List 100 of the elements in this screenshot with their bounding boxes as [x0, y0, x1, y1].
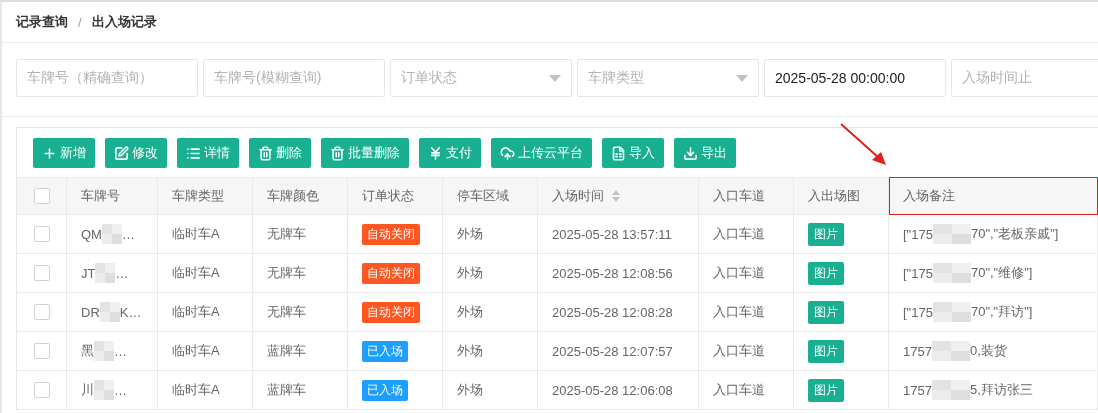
- table-cell: ["175: [903, 265, 933, 281]
- image-link[interactable]: 图片: [808, 378, 844, 402]
- status-tag: 自动关闭: [362, 262, 420, 284]
- toolbar-button[interactable]: 支付: [419, 138, 481, 168]
- table-cell: 临时车A: [172, 303, 220, 321]
- table-cell: 外场: [457, 264, 483, 282]
- select-field[interactable]: 订单状态: [390, 59, 572, 97]
- table-cell: 2025-05-28 12:06:08: [552, 382, 673, 398]
- toolbar-button[interactable]: 修改: [105, 138, 167, 168]
- redaction-mosaic: [932, 302, 971, 322]
- column-header: 入口车道: [699, 177, 794, 215]
- redaction-mosaic: [932, 263, 971, 283]
- redaction-mosaic: [932, 224, 971, 244]
- table-cell: 黑: [81, 342, 94, 360]
- checkbox[interactable]: [33, 343, 50, 359]
- toolbar-button[interactable]: 详情: [177, 138, 239, 168]
- cloud-upload-icon: [500, 145, 515, 161]
- toolbar-button[interactable]: 新增: [33, 138, 95, 168]
- column-header: 停车区域: [443, 177, 538, 215]
- table-cell: 临时车A: [172, 381, 220, 399]
- redaction-mosaic: [94, 341, 114, 361]
- yen-icon: [428, 145, 443, 161]
- table-cell: 无牌车: [267, 303, 306, 321]
- download-icon: [683, 145, 698, 161]
- table-cell: 2025-05-28 12:07:57: [552, 343, 673, 359]
- table-cell: …: [114, 382, 127, 398]
- table-cell: 1757: [903, 343, 932, 359]
- redaction-mosaic: [931, 380, 970, 400]
- table-cell: 临时车A: [172, 225, 220, 243]
- image-link[interactable]: 图片: [808, 300, 844, 324]
- table-cell: 入口车道: [713, 225, 765, 243]
- redaction-mosaic: [99, 302, 120, 322]
- toolbar-button[interactable]: 批量删除: [321, 138, 409, 168]
- select-field[interactable]: 车牌类型: [577, 59, 759, 97]
- table-cell: 外场: [457, 381, 483, 399]
- list-icon: [186, 145, 201, 161]
- status-tag: 自动关闭: [362, 301, 420, 323]
- column-header: 入出场图: [794, 177, 889, 215]
- table-cell: …: [115, 265, 129, 281]
- checkbox[interactable]: [33, 265, 50, 281]
- table-cell: 2025-05-28 13:57:11: [552, 226, 672, 242]
- table-cell: K…: [119, 304, 142, 320]
- toolbar-button[interactable]: 删除: [249, 138, 311, 168]
- table-cell: 蓝牌车: [267, 381, 306, 399]
- input-field[interactable]: 入场时间止: [951, 59, 1098, 97]
- toolbar-button[interactable]: 导出: [674, 138, 736, 168]
- checkbox[interactable]: [33, 188, 50, 204]
- redaction-mosaic: [931, 341, 970, 361]
- status-tag: 已入场: [362, 340, 408, 362]
- input-field[interactable]: 车牌号（精确查询）: [16, 59, 198, 97]
- sort-icon[interactable]: [612, 190, 620, 202]
- breadcrumb-item[interactable]: 出入场记录: [91, 13, 157, 31]
- table-cell: JT: [81, 265, 96, 281]
- redaction-mosaic: [94, 380, 114, 400]
- table-cell: 外场: [457, 342, 483, 360]
- column-header: 订单状态: [348, 177, 443, 215]
- table-cell: 入口车道: [713, 342, 765, 360]
- table-cell: 入口车道: [713, 381, 765, 399]
- table-cell: 川: [81, 381, 94, 399]
- image-link[interactable]: 图片: [808, 261, 844, 285]
- checkbox[interactable]: [33, 226, 50, 242]
- input-field[interactable]: 2025-05-28 00:00:00: [764, 59, 946, 97]
- redaction-mosaic: [95, 263, 116, 283]
- table-cell: 70","维修"]: [970, 264, 1033, 282]
- caret-icon: [549, 74, 561, 82]
- checkbox[interactable]: [33, 304, 50, 320]
- plus-icon: [42, 145, 57, 161]
- table-cell: 2025-05-28 12:08:56: [552, 265, 673, 281]
- table-cell: 临时车A: [172, 342, 220, 360]
- toolbar-button[interactable]: 导入: [602, 138, 664, 168]
- checkbox[interactable]: [33, 382, 50, 398]
- column-header: 车牌颜色: [253, 177, 348, 215]
- redaction-mosaic: [101, 224, 122, 244]
- edit-icon: [114, 145, 129, 161]
- caret-icon: [736, 74, 748, 82]
- table-cell: 0,装货: [969, 342, 1007, 360]
- table-cell: 70","拜访"]: [970, 303, 1033, 321]
- column-header: 车牌类型: [158, 177, 253, 215]
- column-header: 车牌号: [67, 177, 158, 215]
- table-cell: 外场: [457, 303, 483, 321]
- table-cell: DR: [81, 304, 100, 320]
- image-link[interactable]: 图片: [808, 222, 844, 246]
- table-cell: 70","老板亲戚"]: [970, 225, 1059, 243]
- input-field[interactable]: 车牌号(模糊查询): [203, 59, 385, 97]
- image-link[interactable]: 图片: [808, 339, 844, 363]
- status-tag: 已入场: [362, 379, 408, 401]
- trash-icon: [258, 145, 273, 161]
- table-cell: 1757: [903, 382, 932, 398]
- breadcrumb-item[interactable]: 记录查询: [16, 13, 68, 31]
- status-tag: 自动关闭: [362, 223, 420, 245]
- table-cell: ["175: [903, 226, 933, 242]
- spreadsheet-icon: [611, 145, 626, 161]
- table-cell: 入口车道: [713, 264, 765, 282]
- toolbar-button[interactable]: 上传云平台: [491, 138, 592, 168]
- table-cell: 外场: [457, 225, 483, 243]
- table-cell: …: [114, 343, 127, 359]
- trash-icon: [330, 145, 345, 161]
- table-cell: 无牌车: [267, 225, 306, 243]
- table-cell: ["175: [903, 304, 933, 320]
- table-cell: 入口车道: [713, 303, 765, 321]
